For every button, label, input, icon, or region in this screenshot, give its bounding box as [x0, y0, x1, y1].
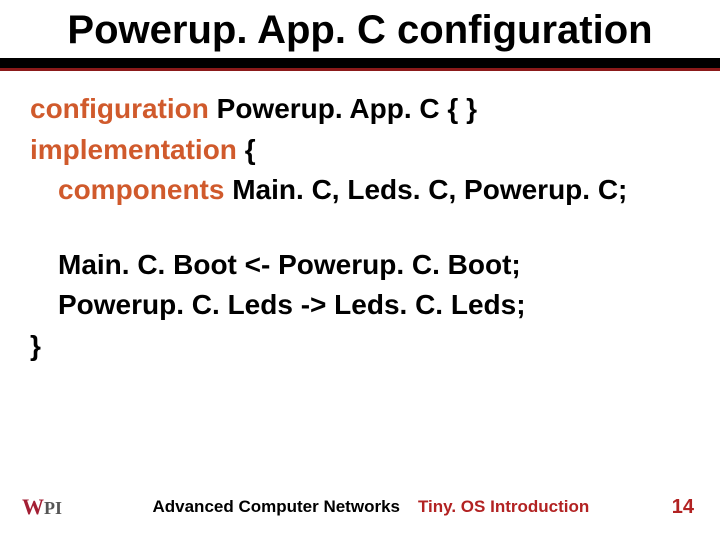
slide-title: Powerup. App. C configuration [0, 8, 720, 52]
footer-topic: Tiny. OS Introduction [418, 497, 589, 517]
svg-text:PI: PI [44, 498, 62, 518]
blank-line [30, 211, 690, 245]
code-block: configuration Powerup. App. C { } implem… [0, 71, 720, 367]
title-band: Powerup. App. C configuration [0, 0, 720, 58]
code-line-2: implementation { [30, 130, 690, 171]
code-line-4: Main. C. Boot <- Powerup. C. Boot; [30, 245, 690, 286]
code-line-3: components Main. C, Leds. C, Powerup. C; [30, 170, 690, 211]
footer-course: Advanced Computer Networks [152, 497, 400, 517]
keyword-configuration: configuration [30, 93, 217, 124]
code-line-1: configuration Powerup. App. C { } [30, 89, 690, 130]
keyword-implementation: implementation [30, 134, 245, 165]
keyword-components: components [58, 174, 232, 205]
header-maroon-bar [0, 68, 720, 71]
code-text: { [245, 134, 256, 165]
slide-header: Powerup. App. C configuration [0, 0, 720, 71]
wpi-logo: W PI [22, 492, 70, 522]
page-number: 14 [672, 496, 694, 519]
svg-text:W: W [22, 494, 44, 519]
footer-left: W PI [22, 492, 70, 522]
code-text: Powerup. App. C { } [217, 93, 477, 124]
code-text: Main. C, Leds. C, Powerup. C; [232, 174, 627, 205]
header-black-bar [0, 58, 720, 68]
code-line-5: Powerup. C. Leds -> Leds. C. Leds; [30, 285, 690, 326]
code-line-6: } [30, 326, 690, 367]
footer-center: Advanced Computer Networks Tiny. OS Intr… [70, 497, 672, 517]
slide-footer: W PI Advanced Computer Networks Tiny. OS… [0, 492, 720, 522]
